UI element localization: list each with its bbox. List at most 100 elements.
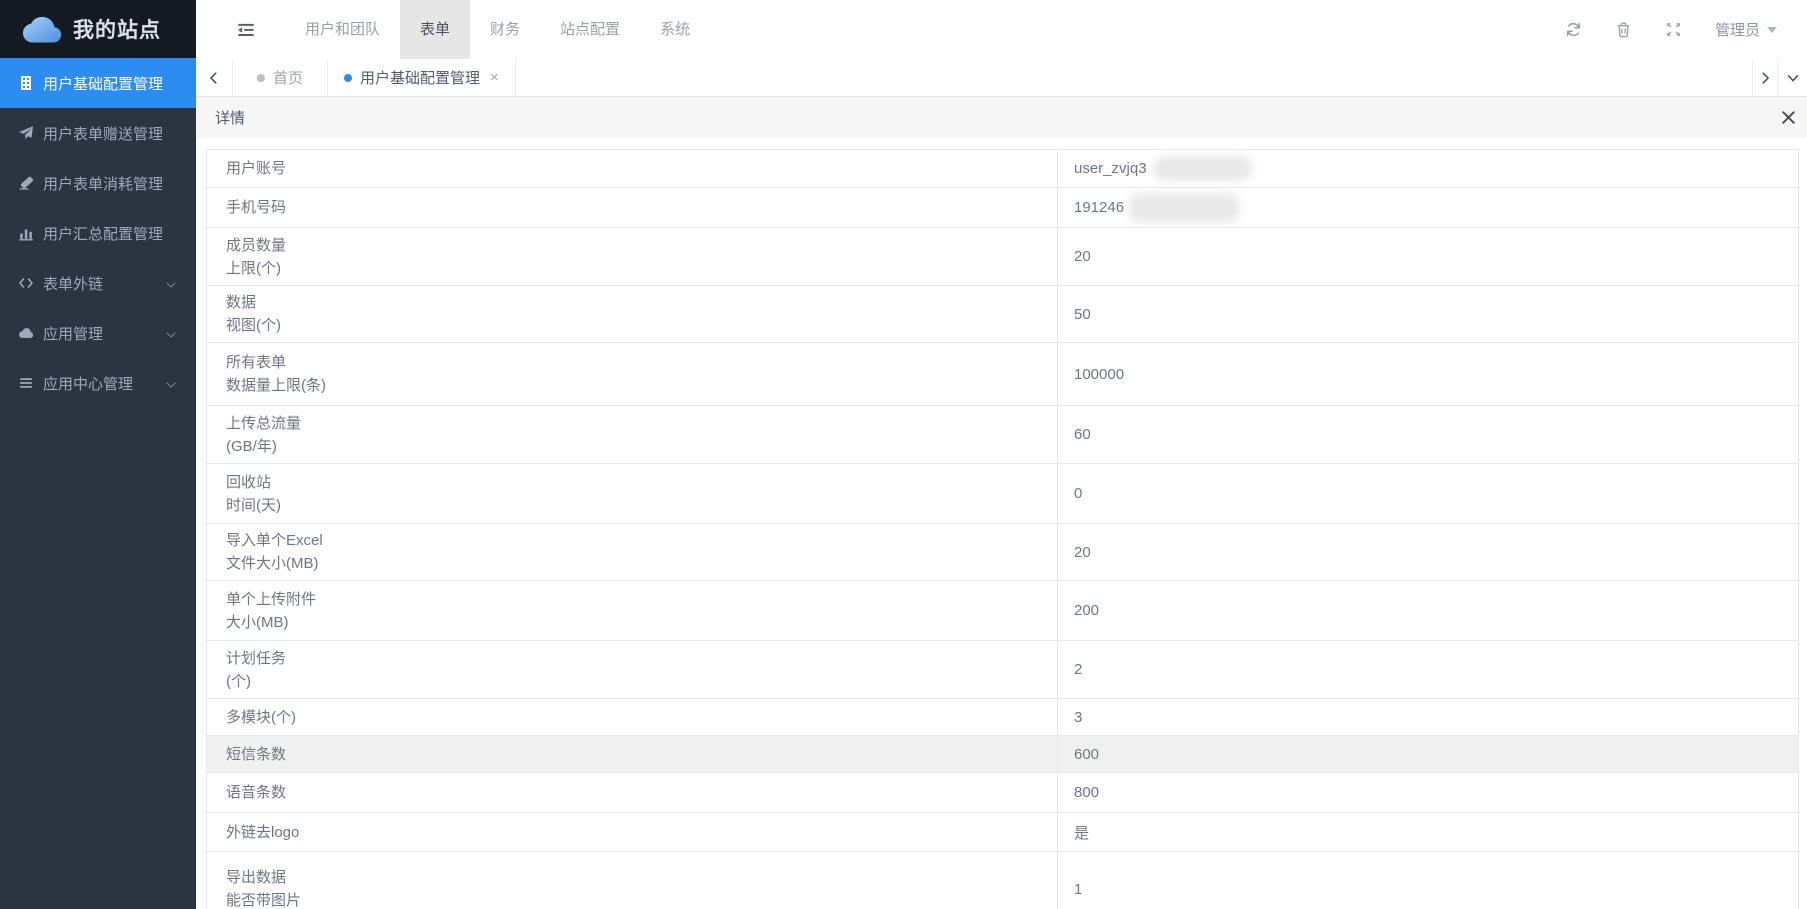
row-value-text: 2 — [1074, 661, 1082, 678]
sidebar-item-6[interactable]: 应用中心管理 — [0, 358, 196, 408]
sidebar-item-3[interactable]: 用户汇总配置管理 — [0, 208, 196, 258]
row-value-text: 是 — [1074, 822, 1089, 843]
table-row: 回收站时间(天) 0 — [207, 464, 1798, 524]
site-logo[interactable]: 我的站点 — [0, 0, 196, 58]
row-label: 用户账号 — [207, 150, 1058, 187]
row-label: 计划任务(个) — [207, 641, 1058, 698]
sidebar-item-1[interactable]: 用户表单赠送管理 — [0, 108, 196, 158]
topnav-tab-0[interactable]: 用户和团队 — [285, 0, 400, 59]
trash-icon[interactable] — [1615, 21, 1632, 38]
sidebar-item-label: 用户表单消耗管理 — [43, 173, 163, 194]
page-tab-1[interactable]: 用户基础配置管理 × — [328, 59, 516, 96]
row-value-text: 1 — [1074, 881, 1082, 898]
row-value-text: 0 — [1074, 485, 1082, 502]
row-label: 单个上传附件大小(MB) — [207, 581, 1058, 640]
row-label-line: 数据 — [226, 291, 1057, 314]
row-value: 50 — [1058, 286, 1798, 342]
row-label-line: 所有表单 — [226, 351, 1057, 374]
table-row: 导入单个Excel文件大小(MB)20 — [207, 524, 1798, 581]
topnav-tab-2[interactable]: 财务 — [470, 0, 540, 59]
tab-status-dot — [257, 74, 265, 82]
row-label-line: (GB/年) — [226, 435, 1057, 458]
sidebar-item-0[interactable]: 用户基础配置管理 — [0, 58, 196, 108]
tab-close-icon[interactable]: × — [490, 70, 499, 85]
row-label-line: 导出数据 — [226, 866, 1057, 889]
chevron-down-icon — [167, 379, 176, 388]
tabs-scroll-left-button[interactable] — [196, 59, 233, 96]
expand-icon[interactable] — [1665, 21, 1682, 38]
row-value-text: 800 — [1074, 784, 1099, 801]
row-label-line: 能否带图片 — [226, 889, 1057, 909]
row-value: 191246 — [1058, 188, 1798, 227]
table-row: 语音条数 800 — [207, 773, 1798, 813]
row-label-line: 外链去logo — [226, 821, 1057, 844]
row-value-text: 20 — [1074, 248, 1091, 265]
row-label-line: (个) — [226, 670, 1057, 693]
row-value: 3 — [1058, 699, 1798, 735]
row-label-line: 上传总流量 — [226, 412, 1057, 435]
open-page-tabs: 首页 用户基础配置管理 × — [233, 59, 516, 96]
row-value: 2 — [1058, 641, 1798, 698]
page-tab-label: 用户基础配置管理 — [360, 67, 480, 88]
bar-chart-icon — [18, 225, 34, 241]
row-label: 导出数据能否带图片 — [207, 852, 1058, 909]
row-value-text: 60 — [1074, 426, 1091, 443]
row-label: 数据视图(个) — [207, 286, 1058, 342]
sidebar-item-label: 应用中心管理 — [43, 373, 133, 394]
row-label-line: 短信条数 — [226, 743, 1057, 766]
table-row: 导出数据能否带图片 1 — [207, 852, 1798, 909]
row-value: 0 — [1058, 464, 1798, 523]
row-label: 上传总流量(GB/年) — [207, 406, 1058, 463]
list-icon — [18, 375, 34, 391]
row-value: 20 — [1058, 524, 1798, 580]
row-value: 是 — [1058, 813, 1798, 851]
row-value: 200 — [1058, 581, 1798, 640]
sidebar-item-4[interactable]: 表单外链 — [0, 258, 196, 308]
row-label: 回收站时间(天) — [207, 464, 1058, 523]
page-tab-0[interactable]: 首页 — [233, 59, 328, 96]
refresh-icon[interactable] — [1565, 21, 1582, 38]
app-window: 我的站点 用户基础配置管理用户表单赠送管理用户表单消耗管理用户汇总配置管理表单外… — [0, 0, 1807, 909]
cloud-logo-icon — [20, 14, 64, 44]
row-value-text: 50 — [1074, 306, 1091, 323]
row-label: 成员数量上限(个) — [207, 228, 1058, 285]
user-menu[interactable]: 管理员 — [1715, 19, 1777, 40]
table-row: 短信条数600 — [207, 736, 1798, 773]
sidebar-item-2[interactable]: 用户表单消耗管理 — [0, 158, 196, 208]
eraser-icon — [18, 175, 34, 191]
row-label-line: 导入单个Excel — [226, 529, 1057, 552]
sidebar-item-label: 表单外链 — [43, 273, 103, 294]
topnav-tab-4[interactable]: 系统 — [640, 0, 710, 59]
topbar-actions: 管理员 — [1565, 0, 1807, 59]
row-value: 600 — [1058, 736, 1798, 772]
topnav-tab-3[interactable]: 站点配置 — [540, 0, 640, 59]
row-label-line: 成员数量 — [226, 234, 1057, 257]
row-label-line: 回收站 — [226, 471, 1057, 494]
sidebar-item-5[interactable]: 应用管理 — [0, 308, 196, 358]
tabs-scroll-right-button[interactable] — [1752, 59, 1777, 96]
row-value: 20 — [1058, 228, 1798, 285]
row-label-line: 多模块(个) — [226, 706, 1057, 729]
sidebar-menu: 用户基础配置管理用户表单赠送管理用户表单消耗管理用户汇总配置管理表单外链应用管理… — [0, 58, 196, 408]
sidebar: 我的站点 用户基础配置管理用户表单赠送管理用户表单消耗管理用户汇总配置管理表单外… — [0, 0, 196, 909]
row-label: 所有表单数据量上限(条) — [207, 343, 1058, 405]
detail-panel-body: 用户账号user_zvjq3手机号码191246成员数量上限(个)20数据视图(… — [196, 138, 1807, 909]
table-row: 用户账号user_zvjq3 — [207, 150, 1798, 188]
row-label-line: 视图(个) — [226, 314, 1057, 337]
row-label-line: 大小(MB) — [226, 611, 1057, 634]
row-label: 语音条数 — [207, 773, 1058, 812]
sidebar-item-label: 用户汇总配置管理 — [43, 223, 163, 244]
table-row: 外链去logo 是 — [207, 813, 1798, 852]
close-icon[interactable] — [1780, 109, 1797, 126]
cloud-icon — [18, 325, 34, 341]
table-row: 多模块(个)3 — [207, 699, 1798, 736]
table-row: 计划任务(个) 2 — [207, 641, 1798, 699]
collapse-menu-icon[interactable] — [237, 21, 255, 39]
row-label-line: 上限(个) — [226, 257, 1057, 280]
sidebar-item-label: 用户基础配置管理 — [43, 73, 163, 94]
row-label-line: 时间(天) — [226, 494, 1057, 517]
redacted-blur — [1153, 156, 1253, 181]
topnav-tab-1[interactable]: 表单 — [400, 0, 470, 59]
tabs-list-dropdown-button[interactable] — [1777, 59, 1807, 96]
send-icon — [18, 125, 34, 141]
